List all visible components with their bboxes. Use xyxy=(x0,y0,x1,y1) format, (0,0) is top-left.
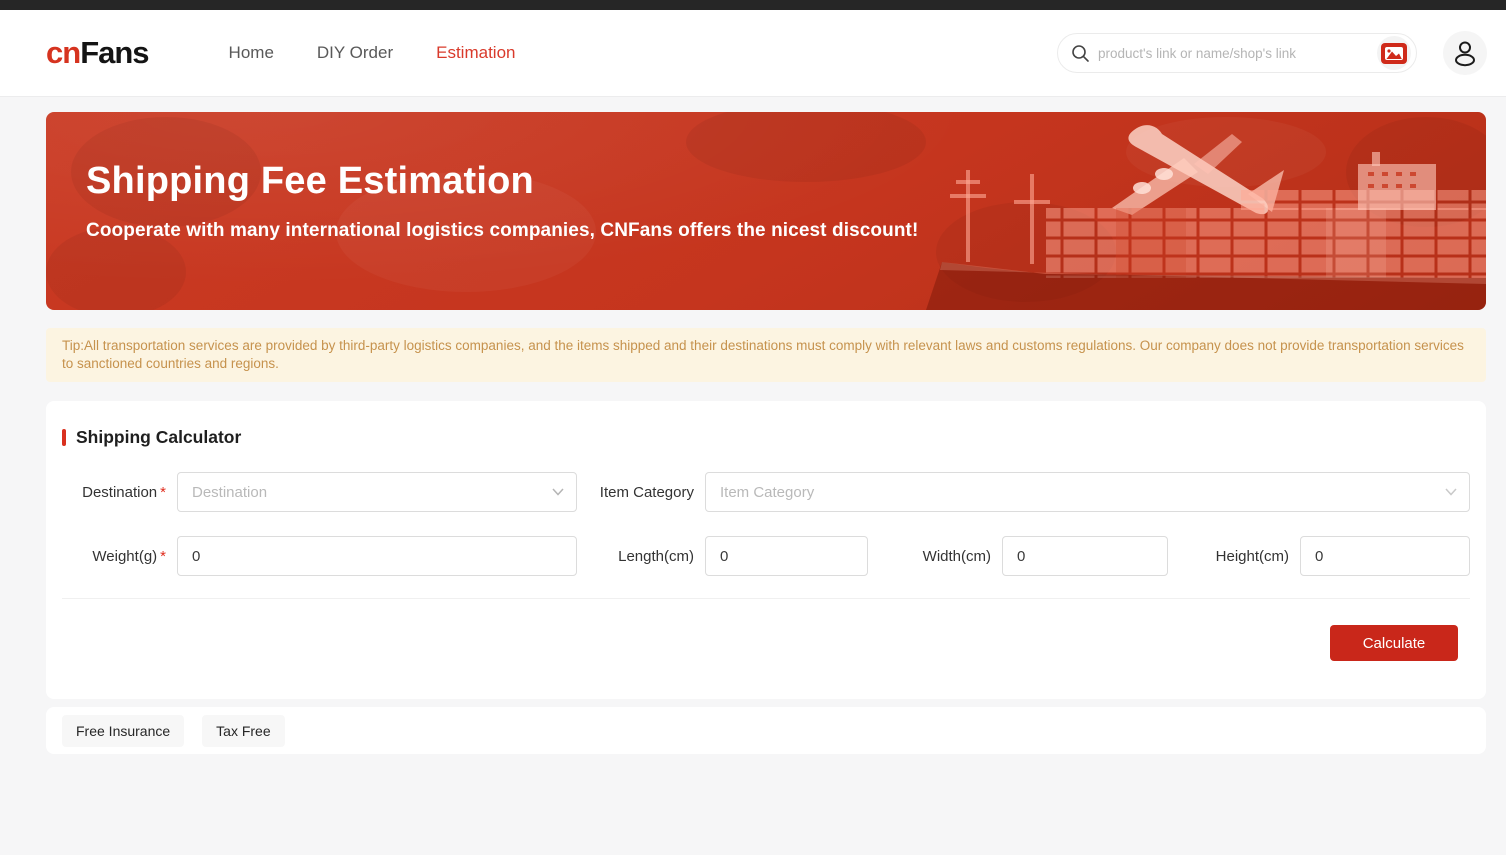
tab-free-insurance[interactable]: Free Insurance xyxy=(62,715,184,747)
card-title: Shipping Calculator xyxy=(62,427,1470,448)
length-label: Length(cm) xyxy=(588,548,694,565)
required-mark: * xyxy=(160,484,166,501)
cnfans-logo[interactable]: cnFans xyxy=(46,35,149,71)
destination-label: Destination* xyxy=(62,484,166,501)
length-input[interactable] xyxy=(705,536,868,576)
calculate-button[interactable]: Calculate xyxy=(1330,625,1458,661)
user-avatar-button[interactable] xyxy=(1443,31,1487,75)
calculator-title: Shipping Calculator xyxy=(76,427,241,448)
chevron-down-icon xyxy=(552,488,564,496)
weight-input[interactable] xyxy=(177,536,577,576)
height-label: Height(cm) xyxy=(1179,548,1289,565)
banner-title: Shipping Fee Estimation xyxy=(86,160,1486,203)
title-accent-bar xyxy=(62,429,66,446)
header-right xyxy=(1057,31,1487,75)
search-input[interactable] xyxy=(1098,46,1377,61)
image-search-icon xyxy=(1381,43,1407,64)
nav-item-diy-order[interactable]: DIY Order xyxy=(317,43,393,63)
search-bar[interactable] xyxy=(1057,33,1417,73)
search-icon xyxy=(1071,44,1090,63)
info-tabs-bar: Free Insurance Tax Free xyxy=(46,707,1486,754)
item-category-label: Item Category xyxy=(588,484,694,501)
header: cnFans Home DIY Order Estimation xyxy=(0,10,1506,96)
button-row: Calculate xyxy=(62,625,1470,661)
card-divider xyxy=(62,598,1470,599)
destination-placeholder: Destination xyxy=(192,484,267,501)
user-icon xyxy=(1452,39,1478,67)
tip-notice: Tip:All transportation services are prov… xyxy=(46,328,1486,382)
form-row-2: Weight(g)* Length(cm) Width(cm) Height(c… xyxy=(62,536,1470,576)
width-label: Width(cm) xyxy=(879,548,991,565)
destination-select[interactable]: Destination xyxy=(177,472,577,512)
page: cnFans Home DIY Order Estimation xyxy=(0,0,1506,855)
banner-text: Shipping Fee Estimation Cooperate with m… xyxy=(46,112,1486,242)
logo-part-fans: Fans xyxy=(80,35,148,71)
tab-tax-free[interactable]: Tax Free xyxy=(202,715,284,747)
top-dark-bar xyxy=(0,0,1506,10)
nav-item-home[interactable]: Home xyxy=(229,43,274,63)
width-input[interactable] xyxy=(1002,536,1168,576)
banner-subtitle: Cooperate with many international logist… xyxy=(86,220,1486,242)
weight-label: Weight(g)* xyxy=(62,548,166,565)
shipping-calculator-card: Shipping Calculator Destination* Destina… xyxy=(46,401,1486,699)
main-nav: Home DIY Order Estimation xyxy=(229,43,516,63)
height-input[interactable] xyxy=(1300,536,1470,576)
content: Shipping Fee Estimation Cooperate with m… xyxy=(0,96,1506,754)
required-mark: * xyxy=(160,548,166,565)
form-row-1: Destination* Destination Item Category I… xyxy=(62,472,1470,512)
item-category-placeholder: Item Category xyxy=(720,484,814,501)
image-search-button[interactable] xyxy=(1377,36,1411,70)
nav-item-estimation[interactable]: Estimation xyxy=(436,43,515,63)
hero-banner: Shipping Fee Estimation Cooperate with m… xyxy=(46,112,1486,310)
chevron-down-icon xyxy=(1445,488,1457,496)
logo-part-cn: cn xyxy=(46,35,80,71)
item-category-select[interactable]: Item Category xyxy=(705,472,1470,512)
